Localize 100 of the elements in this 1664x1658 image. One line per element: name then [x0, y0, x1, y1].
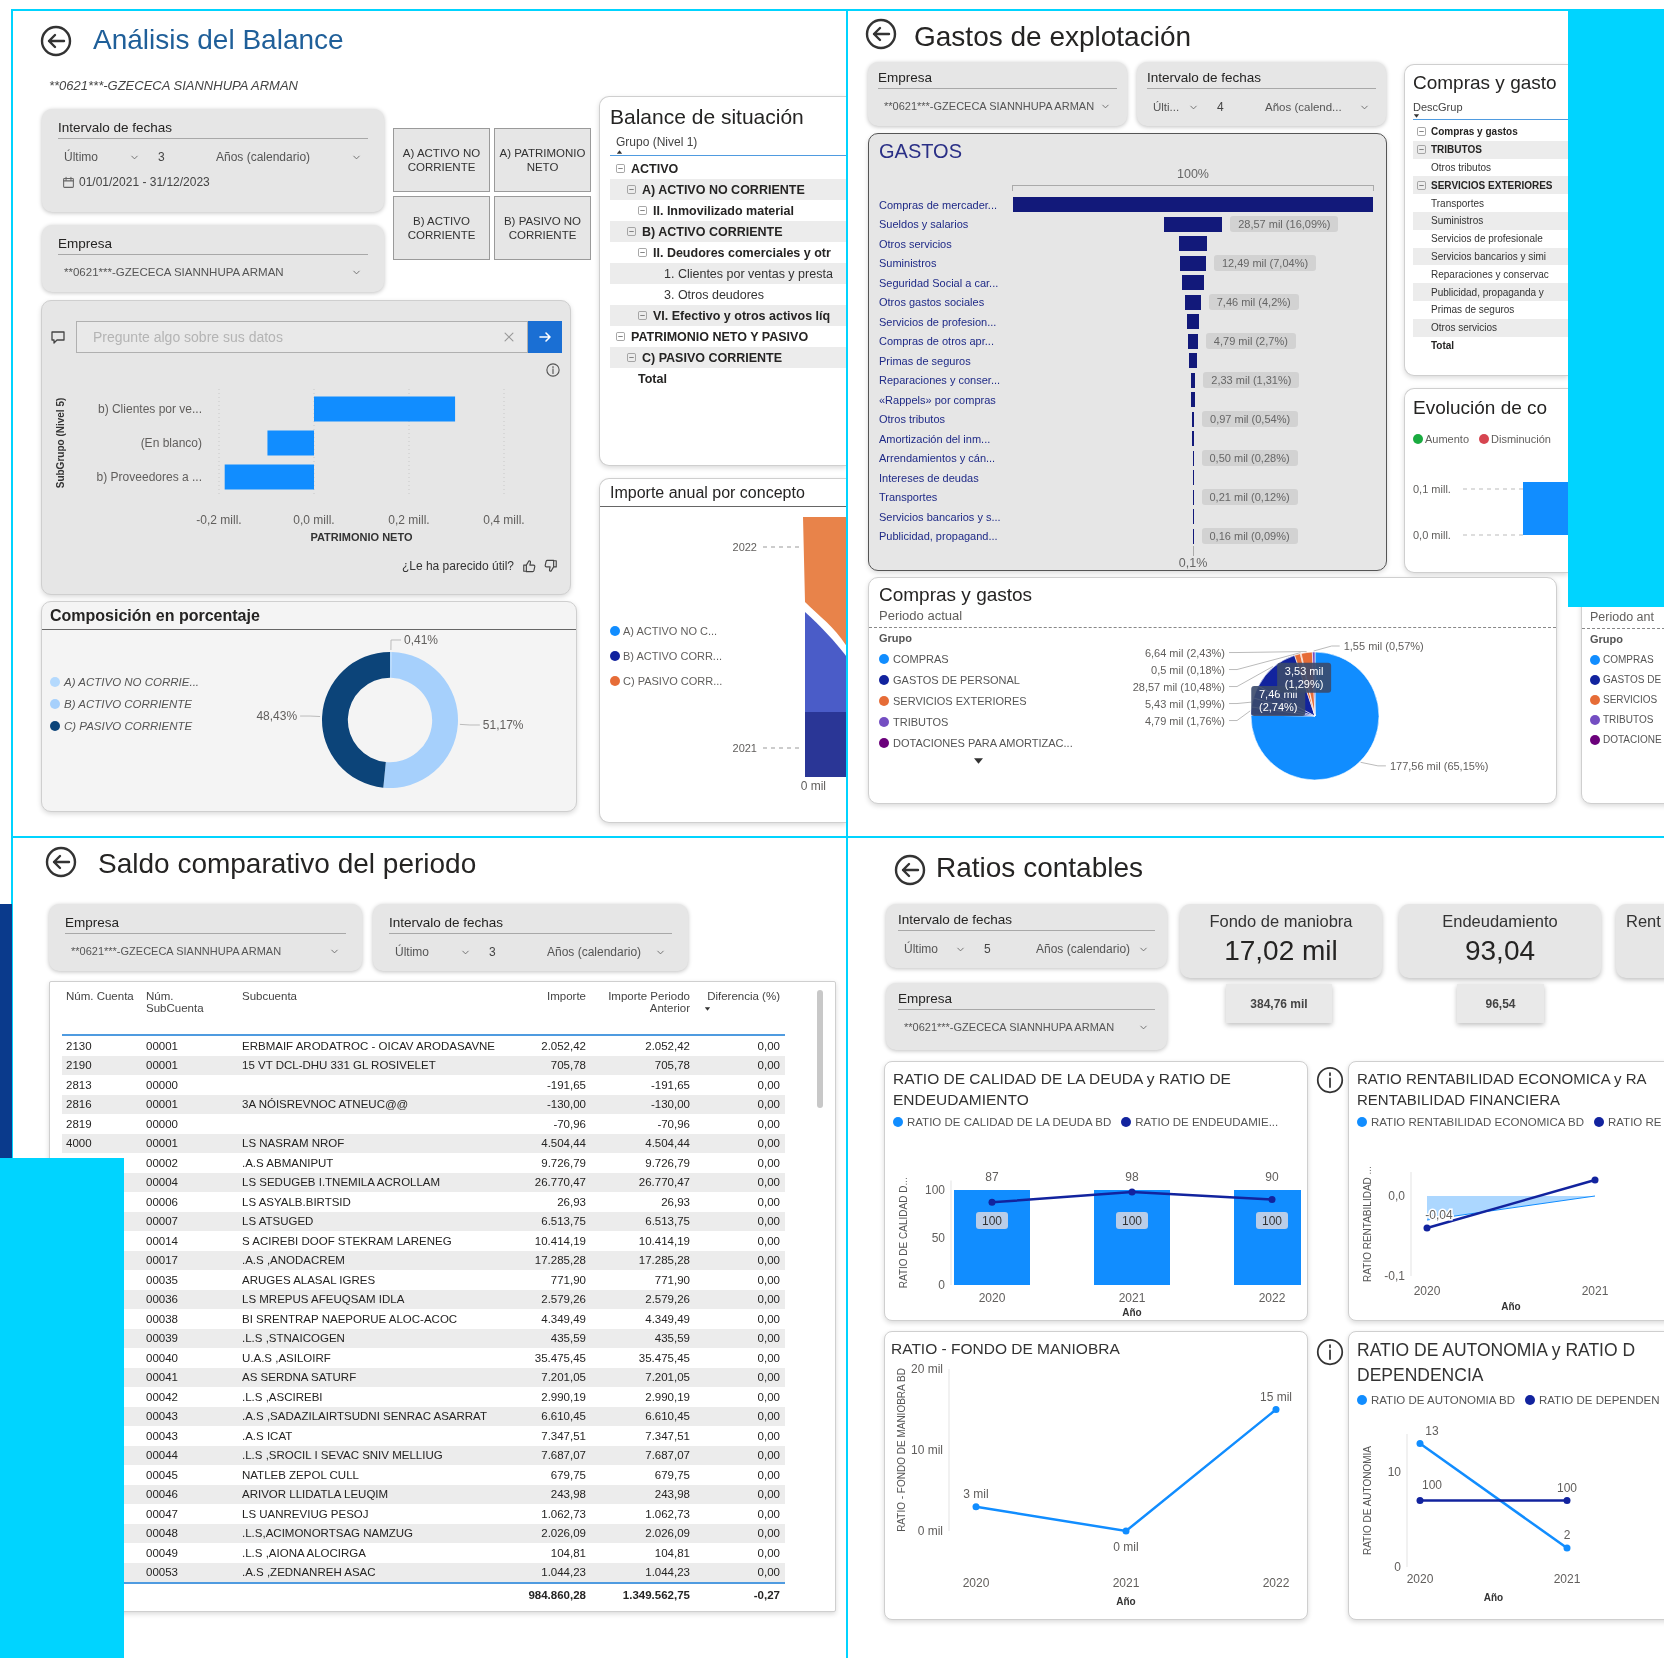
total-cell-text: 1.349.562,75	[621, 1589, 691, 1601]
table-cell-text: 0,00	[756, 1273, 781, 1286]
legend-label: A) ACTIVO NO CORRIE...	[64, 676, 200, 688]
table-cell-text: 10.414,19	[637, 1234, 691, 1247]
data-label: 4,79 mil (2,7%)	[1205, 332, 1296, 349]
tick-label: 0,0	[1388, 1189, 1405, 1203]
category-label: Compras de otros apr...	[879, 335, 995, 348]
legend-label: SERVICIOS EXTERIORES	[893, 695, 1027, 707]
tick-label: 0 mil	[917, 1524, 943, 1538]
table-cell-text: 00041	[145, 1371, 179, 1384]
table-cell-text: 0,00	[756, 1410, 781, 1423]
legend-label: C) PASIVO CORRIENTE	[64, 720, 193, 732]
row-label: Total	[1431, 339, 1455, 351]
data-label: 100	[1261, 1214, 1283, 1228]
category-label: Transportes	[879, 491, 939, 504]
table-cell-text: 0,00	[756, 1254, 781, 1267]
table-cell-text: 00017	[145, 1254, 179, 1267]
table-cell-text: .L.S ,AIONA ALOCIRGA	[241, 1546, 367, 1559]
table-cell-text: 0,00	[756, 1176, 781, 1189]
table-cell-text: 0,00	[756, 1156, 781, 1169]
legend-label: Aumento	[1425, 433, 1470, 445]
panel-title: GASTOS	[879, 140, 962, 163]
table-cell-text: 2.579,26	[644, 1293, 691, 1306]
data-label: -0,04	[1425, 1208, 1453, 1222]
table-cell-text: 00002	[145, 1156, 179, 1169]
table-cell-text: LS MREPUS AFEUQSAM IDLA	[241, 1293, 406, 1306]
data-label: 2	[1563, 1528, 1571, 1542]
data-label: 0 mil	[1113, 1540, 1139, 1554]
table-cell-text: -70,96	[656, 1117, 691, 1130]
table-cell-text: 00004	[145, 1176, 179, 1189]
table-cell-text: .L.S ,ASCIREBI	[241, 1390, 324, 1403]
tick-label: -0,2 mill.	[196, 513, 242, 527]
table-cell-text: 00039	[145, 1332, 179, 1345]
table-cell-text: 243,98	[549, 1488, 587, 1501]
table-cell-text: 00043	[145, 1429, 179, 1442]
filter-title: Empresa	[878, 70, 933, 85]
kpi-title: Fondo de maniobra	[1209, 912, 1353, 931]
category-label: Suministros	[879, 257, 938, 270]
table-cell-text: 0,00	[756, 1293, 781, 1306]
table-cell-text: 0,00	[756, 1117, 781, 1130]
legend-label: RATIO DE CALIDAD DE LA DEUDA BD	[907, 1116, 1112, 1128]
table-cell-text: 2816	[65, 1098, 93, 1111]
table-cell-text: 00014	[145, 1234, 179, 1247]
table-cell-text: 9.726,79	[540, 1156, 587, 1169]
table-cell-text: 6.513,75	[644, 1215, 691, 1228]
data-label: 100	[976, 1212, 1008, 1229]
data-label: 12,49 mil (7,04%)	[1213, 254, 1317, 271]
legend-label: RATIO RE	[1608, 1116, 1662, 1128]
table-cell-text: 0,00	[756, 1488, 781, 1501]
category-label: 2022	[1258, 1291, 1286, 1305]
table-cell-text: 1.044,23	[540, 1566, 587, 1579]
data-label: 0,97 mil (0,54%)	[1202, 410, 1299, 427]
table-cell-text: 26.770,47	[637, 1176, 691, 1189]
table-cell-text: 4.504,44	[540, 1137, 587, 1150]
table-cell-text: 2.026,09	[644, 1527, 691, 1540]
feedback-prompt: ¿Le ha parecido útil?	[401, 559, 514, 573]
table-cell-text: 679,75	[549, 1468, 587, 1481]
table-cell-text: LS ASYALB.BIRTSID	[241, 1195, 352, 1208]
table-cell-text: .L.S ,SROCIL I SEVAC SNIV MELLIUG	[241, 1449, 444, 1462]
table-cell-text: .A.S ,ZEDNANREH ASAC	[241, 1566, 377, 1579]
chart-title: RATIO - FONDO DE MANIOBRA	[891, 1339, 1121, 1359]
table-cell-text: 00036	[145, 1293, 179, 1306]
table-cell-text: AS SERDNA SATURF	[241, 1371, 358, 1384]
table-cell-text: 243,98	[653, 1488, 691, 1501]
tick-label: 0	[938, 1278, 945, 1292]
table-cell-text: 7.687,07	[540, 1449, 587, 1462]
row-label: Total	[638, 371, 667, 386]
tick-label: 50	[931, 1230, 945, 1245]
axis-title: SubGrupo (Nivel 5)	[55, 397, 66, 489]
legend-label: DOTACIONES PARA AMORTIZAC...	[893, 737, 1073, 749]
table-cell-text: 00035	[145, 1273, 179, 1286]
table-cell-text: NATLEB ZEPOL CULL	[241, 1468, 360, 1481]
table-cell-text: 0,00	[756, 1137, 781, 1150]
table-cell-text: 15 VT DCL-DHU 331 GL ROSIVELET	[241, 1059, 437, 1072]
table-cell-text: 00046	[145, 1488, 179, 1501]
table-cell-text: 2.052,42	[644, 1039, 691, 1052]
table-cell-text: 771,90	[653, 1273, 691, 1286]
table-cell-text: 0,00	[756, 1468, 781, 1481]
reference-value: 96,54	[1457, 984, 1544, 1023]
data-label: 48,43%	[256, 709, 298, 724]
company-caption: **0621***-GZECECA SIANNHUPA ARMAN	[49, 78, 298, 93]
table-cell-text: 00049	[145, 1546, 179, 1559]
table-cell-text: 00048	[145, 1527, 179, 1540]
data-label: 0,50 mil (0,28%)	[1201, 449, 1298, 466]
data-label: 3,53 mil (1,29%)	[1277, 662, 1332, 693]
category-label: Compras de mercader...	[879, 198, 998, 211]
total-cell-text: 984.860,28	[527, 1589, 587, 1601]
chart-title: RATIO RENTABILIDAD ECONOMICA y RA	[1357, 1069, 1648, 1089]
data-label: 100	[981, 1214, 1003, 1228]
table-cell-text: 00000	[145, 1117, 179, 1130]
category-label: 2020	[1413, 1284, 1441, 1298]
table-cell-text: 2.579,26	[540, 1293, 587, 1306]
kpi-title: Rent	[1626, 912, 1661, 931]
data-label: 0,5 mil (0,18%)	[1151, 663, 1225, 676]
category-label: Intereses de deudas	[879, 471, 980, 484]
table-cell-text: 2819	[65, 1117, 93, 1130]
table-cell-text: 0,00	[756, 1078, 781, 1091]
data-label: 2,33 mil (1,31%)	[1203, 371, 1300, 388]
table-cell-text: 4.349,49	[644, 1312, 691, 1325]
table-cell-text: 35.475,45	[533, 1351, 587, 1364]
